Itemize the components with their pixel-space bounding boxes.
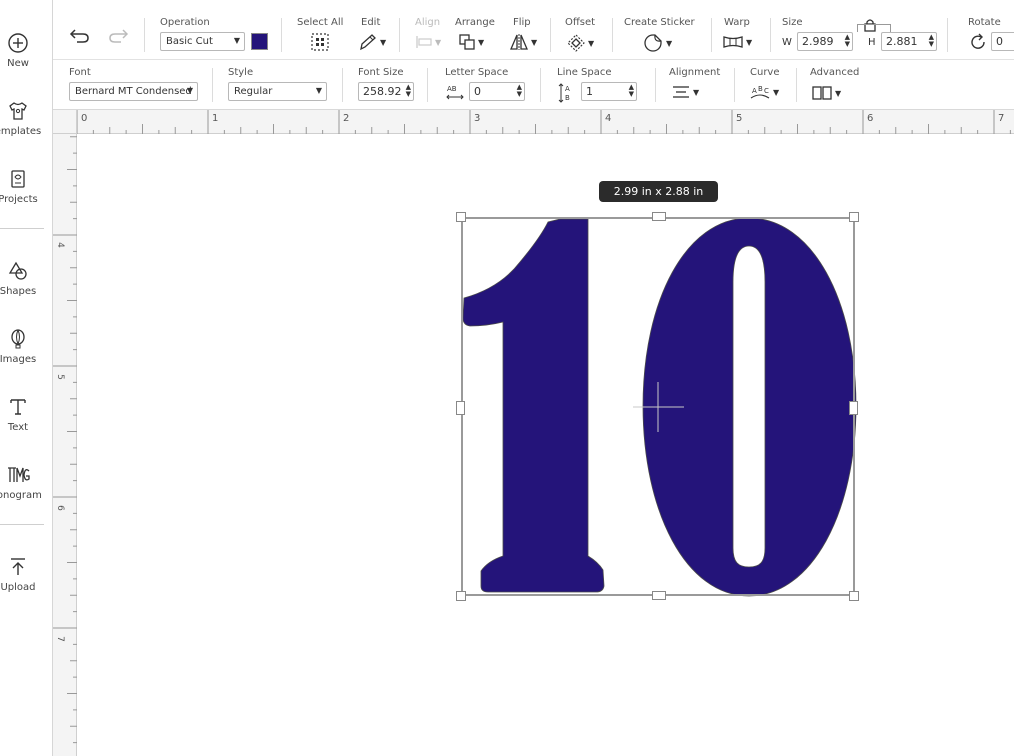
resize-handle-bottom-right[interactable] [849, 591, 859, 601]
resize-handle-top-right[interactable] [849, 212, 859, 222]
resize-handle-top-left[interactable] [456, 212, 466, 222]
resize-handle-top[interactable] [652, 212, 666, 221]
resize-handle-bottom-left[interactable] [456, 591, 466, 601]
resize-handle-bottom[interactable] [652, 591, 666, 600]
design-space-app: New emplates Projects Shapes Images [0, 0, 1014, 756]
size-tooltip: 2.99 in x 2.88 in [599, 181, 718, 202]
resize-handle-left[interactable] [456, 401, 465, 415]
selection-bounding-box[interactable] [461, 217, 855, 596]
resize-handle-right[interactable] [849, 401, 858, 415]
